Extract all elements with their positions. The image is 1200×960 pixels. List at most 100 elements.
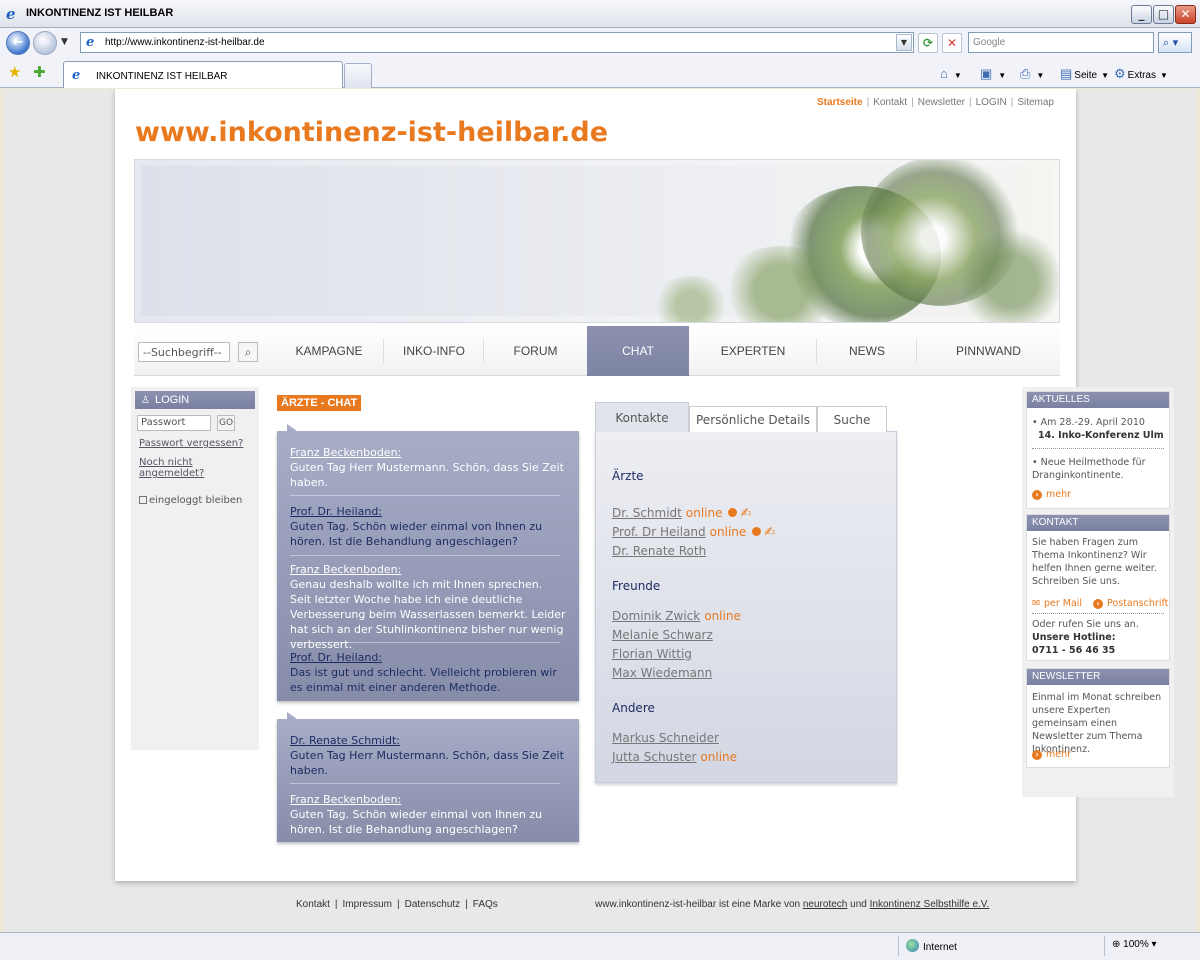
url-text[interactable]: http://www.inkontinenz-ist-heilbar.de <box>105 37 265 48</box>
arrow-right-icon: › <box>1032 750 1042 760</box>
contact-row[interactable]: Dr. Renate Roth <box>612 544 706 558</box>
printer-icon: ⎙ <box>1020 66 1031 81</box>
login-go-button[interactable]: GO <box>217 415 235 431</box>
minimize-button[interactable]: _ <box>1131 5 1152 24</box>
favorites-star-icon[interactable]: ★ <box>8 63 21 81</box>
topnav-kontakt[interactable]: Kontakt <box>873 97 907 108</box>
top-navigation: Startseite | Kontakt | Newsletter | LOGIN | Site… <box>817 97 1054 108</box>
nav-news[interactable]: NEWS <box>817 326 917 376</box>
contact-row[interactable]: Max Wiedemann <box>612 666 712 680</box>
page-container: Startseite | Kontakt | Newsletter | LOGIN | Site… <box>115 89 1174 881</box>
contact-row[interactable]: Prof. Dr Heiland online ✍ <box>612 525 775 540</box>
search-icon[interactable]: ⌕ <box>238 342 258 362</box>
home-button[interactable]: ⌂ ▼ <box>940 66 962 81</box>
footer-faqs[interactable]: FAQs <box>473 899 498 910</box>
kontakt-heading: KONTAKT <box>1027 515 1169 531</box>
footer-links: Kontakt | Impressum | Datenschutz | FAQs <box>296 899 498 910</box>
topnav-login[interactable]: LOGIN <box>976 97 1007 108</box>
refresh-icon[interactable]: ⟳ <box>918 33 938 53</box>
forward-button[interactable]: → <box>33 31 57 55</box>
chat-message: Franz Beckenboden: Guten Tag. Schön wied… <box>290 793 543 836</box>
security-zone[interactable]: Internet <box>906 939 957 953</box>
browser-search-input[interactable]: Google <box>968 32 1154 53</box>
chat-thread-1: Franz Beckenboden: Guten Tag Herr Muster… <box>277 424 579 701</box>
add-favorite-icon[interactable]: ✚ <box>33 63 46 81</box>
window-titlebar: e INKONTINENZ IST HEILBAR _ □ ✕ <box>0 0 1200 28</box>
contact-row[interactable]: Jutta Schuster online <box>612 750 737 764</box>
hotline-text: Oder rufen Sie uns an. Unsere Hotline: 071… <box>1032 619 1139 656</box>
zoom-level[interactable]: ⊕ 100% ▾ <box>1112 939 1157 950</box>
forgot-password-link[interactable]: Passwort vergessen? <box>139 438 243 449</box>
feeds-button[interactable]: ▣ ▼ <box>980 66 1006 82</box>
home-icon: ⌂ <box>940 66 948 81</box>
password-field[interactable]: Passwort <box>137 415 211 431</box>
contact-row[interactable]: Markus Schneider <box>612 731 719 745</box>
tab-suche[interactable]: Suche <box>817 406 887 432</box>
chat-message: Prof. Dr. Heiland: Guten Tag. Schön wied… <box>290 505 543 548</box>
contact-row[interactable]: Melanie Schwarz <box>612 628 713 642</box>
aktuelles-box: AKTUELLES • Am 28.-29. April 2010 14. In… <box>1026 391 1170 509</box>
topnav-sitemap[interactable]: Sitemap <box>1017 97 1054 108</box>
topnav-newsletter[interactable]: Newsletter <box>918 97 965 108</box>
nav-experten[interactable]: EXPERTEN <box>689 326 817 376</box>
page-icon: e <box>86 35 95 50</box>
globe-icon <box>906 939 919 952</box>
arrow-right-icon: › <box>1093 599 1103 609</box>
news-item: • Am 28.-29. April 2010 14. Inko-Konfere… <box>1032 417 1164 441</box>
nav-inko-info[interactable]: INKO-INFO <box>384 326 484 376</box>
zoom-icon: ⊕ <box>1112 939 1121 950</box>
browser-search-button[interactable]: ⌕ ▾ <box>1158 32 1192 53</box>
newsletter-more-link[interactable]: › mehr <box>1032 749 1071 760</box>
nav-kampagne[interactable]: KAMPAGNE <box>274 326 384 376</box>
contact-row[interactable]: Dominik Zwick online <box>612 609 741 623</box>
stop-icon[interactable]: ✕ <box>942 33 962 53</box>
history-dropdown-icon[interactable]: ▼ <box>61 37 68 47</box>
login-heading: ♙ LOGIN <box>135 391 255 409</box>
chat-status-icon[interactable] <box>728 508 738 517</box>
back-button[interactable]: ← <box>6 31 30 55</box>
footer-datenschutz[interactable]: Datenschutz <box>405 899 461 910</box>
maximize-button[interactable]: □ <box>1153 5 1174 24</box>
mail-icon: ✉ <box>1032 598 1040 609</box>
close-button[interactable]: ✕ <box>1175 5 1196 24</box>
topnav-startseite[interactable]: Startseite <box>817 97 863 108</box>
user-icon: ♙ <box>141 395 150 406</box>
site-logo[interactable]: www.inkontinenz-ist-heilbar.de <box>135 117 608 148</box>
page-menu[interactable]: ▤ Seite ▼ <box>1060 66 1109 82</box>
neurotech-link[interactable]: neurotech <box>803 899 847 910</box>
nav-chat[interactable]: CHAT <box>587 326 689 376</box>
chat-status-icon[interactable] <box>752 527 762 536</box>
write-message-icon[interactable]: ✍ <box>740 506 751 521</box>
tab-persoenliche-details[interactable]: Persönliche Details <box>689 406 817 432</box>
footer-kontakt[interactable]: Kontakt <box>296 899 330 910</box>
write-message-icon[interactable]: ✍ <box>764 525 775 540</box>
address-bar: ← → ▼ e http://www.inkontinenz-ist-heilb… <box>0 28 1200 58</box>
news-item: • Neue Heilmethode für Dranginkontinente… <box>1032 457 1146 481</box>
header-banner-image <box>134 159 1060 323</box>
selbsthilfe-link[interactable]: Inkontinenz Selbsthilfe e.V. <box>870 899 990 910</box>
gear-icon: ⚙ <box>1114 66 1126 81</box>
contact-row[interactable]: Florian Wittig <box>612 647 692 661</box>
page-menu-icon: ▤ <box>1060 66 1073 81</box>
newsletter-text: Einmal im Monat schreiben unsere Experte… <box>1032 692 1162 755</box>
site-search-input[interactable]: --Suchbegriff-- <box>138 342 230 362</box>
browser-tab[interactable]: e INKONTINENZ IST HEILBAR <box>63 61 343 88</box>
mail-link[interactable]: ✉ per Mail <box>1032 598 1082 609</box>
postanschrift-link[interactable]: › Postanschrift <box>1093 598 1168 609</box>
tools-menu[interactable]: ⚙ Extras ▼ <box>1114 66 1168 82</box>
contacts-panel: Kontakte Persönliche Details Suche Ärzte… <box>595 402 897 783</box>
footer-impressum[interactable]: Impressum <box>343 899 392 910</box>
aktuelles-more-link[interactable]: › mehr <box>1032 489 1071 500</box>
nav-forum[interactable]: FORUM <box>484 326 587 376</box>
group-freunde: Freunde <box>612 579 661 593</box>
nav-pinnwand[interactable]: PINNWAND <box>917 326 1060 376</box>
contact-row[interactable]: Dr. Schmidt online ✍ <box>612 506 751 521</box>
url-field[interactable]: e http://www.inkontinenz-ist-heilbar.de … <box>80 32 914 53</box>
footer-brand: www.inkontinenz-ist-heilbar ist eine Mar… <box>595 899 990 910</box>
register-link[interactable]: Noch nicht angemeldet? <box>139 457 259 479</box>
print-button[interactable]: ⎙ ▼ <box>1020 66 1044 82</box>
new-tab-button[interactable] <box>344 63 372 88</box>
tab-kontakte[interactable]: Kontakte <box>595 402 689 432</box>
stay-logged-in-checkbox[interactable]: eingeloggt bleiben <box>139 495 242 506</box>
url-dropdown-icon[interactable]: ▼ <box>896 34 912 51</box>
